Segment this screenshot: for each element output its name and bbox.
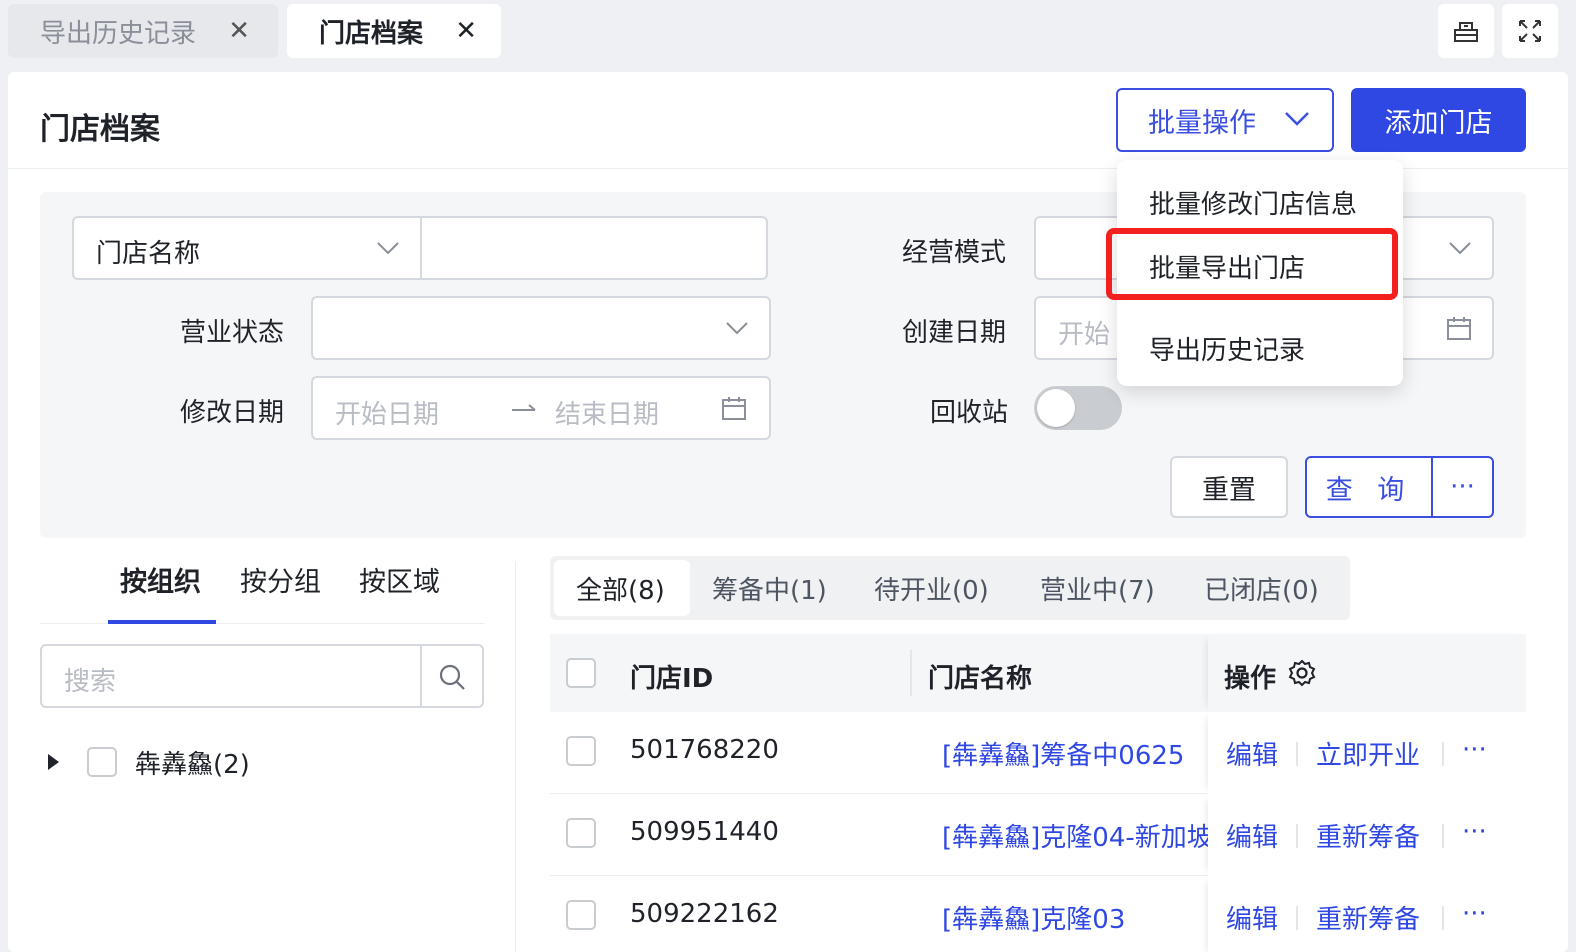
tree-search-placeholder: 搜索: [64, 667, 117, 697]
name-field-select-value: 门店名称: [96, 239, 201, 269]
menu-item-export-history[interactable]: 导出历史记录: [1149, 330, 1305, 367]
column-header-store-name: 门店名称: [928, 664, 1033, 694]
tree-search-input[interactable]: 搜索: [40, 644, 484, 708]
column-separator: [910, 650, 912, 696]
table-row: 509951440 [犇羴鱻]克隆04-新加坡 编辑 重新筹备 ···: [550, 794, 1526, 876]
caret-right-icon[interactable]: [48, 754, 59, 770]
gear-icon[interactable]: [1288, 659, 1316, 687]
re-prepare-link[interactable]: 重新筹备: [1316, 817, 1420, 854]
tab-export-history[interactable]: 导出历史记录 ✕: [8, 4, 278, 58]
store-id-cell: 501768220: [630, 735, 779, 765]
op-separator: [1296, 742, 1298, 766]
status-tab-preparing[interactable]: 筹备中(1): [712, 570, 827, 607]
tab-bar: 导出历史记录 ✕ 门店档案 ✕: [0, 0, 1576, 64]
highlight-box: [1106, 228, 1398, 300]
add-store-button[interactable]: 添加门店: [1351, 88, 1526, 152]
edit-link[interactable]: 编辑: [1226, 735, 1278, 772]
tree-node[interactable]: 犇羴鱻(2): [48, 742, 250, 782]
create-date-start-placeholder: 开始: [1058, 320, 1111, 350]
create-date-label: 创建日期: [902, 318, 1007, 348]
close-icon[interactable]: ✕: [228, 17, 250, 45]
calendar-icon: [722, 397, 746, 420]
store-name-link[interactable]: [犇羴鱻]克隆03: [942, 899, 1208, 936]
op-separator: [1442, 824, 1444, 848]
edit-link[interactable]: 编辑: [1226, 817, 1278, 854]
calendar-icon: [1447, 317, 1471, 340]
query-button[interactable]: 查 询: [1305, 456, 1433, 518]
chevron-down-icon: [726, 322, 748, 335]
tab-store-archive[interactable]: 门店档案 ✕: [287, 4, 501, 58]
store-id-cell: 509222162: [630, 899, 779, 929]
tree-tab-region[interactable]: 按区域: [359, 560, 440, 599]
chevron-down-icon: [1449, 242, 1471, 255]
recycle-bin-label: 回收站: [930, 398, 1009, 428]
active-tab-indicator: [108, 620, 216, 624]
cashier-icon[interactable]: [1438, 4, 1494, 58]
operation-header-cell: 操作: [1208, 634, 1526, 712]
column-header-operation: 操作: [1224, 664, 1277, 694]
op-separator: [1296, 824, 1298, 848]
search-separator: [420, 646, 422, 706]
tree-node-checkbox[interactable]: [87, 747, 117, 777]
column-header-store-id: 门店ID: [630, 664, 714, 694]
page-title: 门店档案: [40, 112, 160, 147]
more-actions-link[interactable]: ···: [1462, 899, 1487, 929]
table-row: 509222162 [犇羴鱻]克隆03 编辑 重新筹备 ···: [550, 876, 1526, 952]
business-mode-label: 经营模式: [902, 238, 1007, 268]
table-header: 门店ID 门店名称 操作: [550, 634, 1526, 712]
operation-cell: 编辑 重新筹备 ···: [1208, 794, 1526, 876]
row-checkbox[interactable]: [566, 818, 596, 848]
select-all-checkbox[interactable]: [566, 658, 596, 688]
search-icon[interactable]: [438, 663, 466, 691]
operation-cell: 编辑 立即开业 ···: [1208, 712, 1526, 794]
row-checkbox[interactable]: [566, 736, 596, 766]
modify-date-start-placeholder: 开始日期: [335, 400, 440, 430]
query-more-button[interactable]: ···: [1431, 456, 1494, 518]
re-prepare-link[interactable]: 重新筹备: [1316, 899, 1420, 936]
tab-label: 导出历史记录: [40, 18, 197, 49]
more-actions-link[interactable]: ···: [1462, 817, 1487, 847]
store-name-link[interactable]: [犇羴鱻]克隆04-新加坡: [942, 817, 1208, 854]
status-tab-pending[interactable]: 待开业(0): [874, 570, 989, 607]
reset-button[interactable]: 重置: [1170, 456, 1288, 518]
tree-tab-group[interactable]: 按分组: [240, 560, 321, 599]
name-field-select[interactable]: 门店名称: [72, 216, 422, 280]
table-row: 501768220 [犇羴鱻]筹备中0625 编辑 立即开业 ···: [550, 712, 1526, 794]
open-now-link[interactable]: 立即开业: [1316, 735, 1420, 772]
more-actions-link[interactable]: ···: [1462, 735, 1487, 765]
status-tab-open[interactable]: 营业中(7): [1040, 570, 1155, 607]
status-tab-all[interactable]: 全部(8): [576, 570, 665, 607]
edit-link[interactable]: 编辑: [1226, 899, 1278, 936]
modify-date-label: 修改日期: [180, 398, 285, 428]
modify-date-end-placeholder: 结束日期: [555, 400, 660, 430]
panel-divider: [515, 562, 516, 952]
modify-date-range[interactable]: 开始日期 结束日期: [311, 376, 771, 440]
tree-node-label: 犇羴鱻(2): [135, 749, 250, 780]
chevron-down-icon: [1285, 112, 1309, 126]
chevron-down-icon: [377, 242, 399, 255]
arrow-right-icon: [512, 404, 536, 411]
menu-item-batch-edit[interactable]: 批量修改门店信息: [1149, 184, 1357, 221]
row-checkbox[interactable]: [566, 900, 596, 930]
store-name-link[interactable]: [犇羴鱻]筹备中0625: [942, 735, 1208, 772]
op-separator: [1442, 742, 1444, 766]
store-id-cell: 509951440: [630, 817, 779, 847]
tree-tabs-divider: [40, 623, 484, 624]
business-status-select[interactable]: [311, 296, 771, 360]
recycle-bin-toggle[interactable]: [1034, 386, 1122, 430]
op-separator: [1442, 906, 1444, 930]
business-status-label: 营业状态: [180, 318, 285, 348]
close-icon[interactable]: ✕: [455, 17, 477, 45]
batch-operation-button[interactable]: 批量操作: [1116, 88, 1334, 152]
status-tabs: 全部(8) 筹备中(1) 待开业(0) 营业中(7) 已闭店(0): [550, 556, 1350, 620]
operation-cell: 编辑 重新筹备 ···: [1208, 876, 1526, 952]
status-tab-closed[interactable]: 已闭店(0): [1204, 570, 1319, 607]
tab-label: 门店档案: [319, 18, 424, 49]
batch-operation-label: 批量操作: [1148, 107, 1256, 139]
name-field-input[interactable]: [420, 216, 768, 280]
toggle-knob: [1037, 389, 1075, 427]
fullscreen-icon[interactable]: [1502, 4, 1558, 58]
tree-tab-org[interactable]: 按组织: [120, 560, 201, 599]
op-separator: [1296, 906, 1298, 930]
